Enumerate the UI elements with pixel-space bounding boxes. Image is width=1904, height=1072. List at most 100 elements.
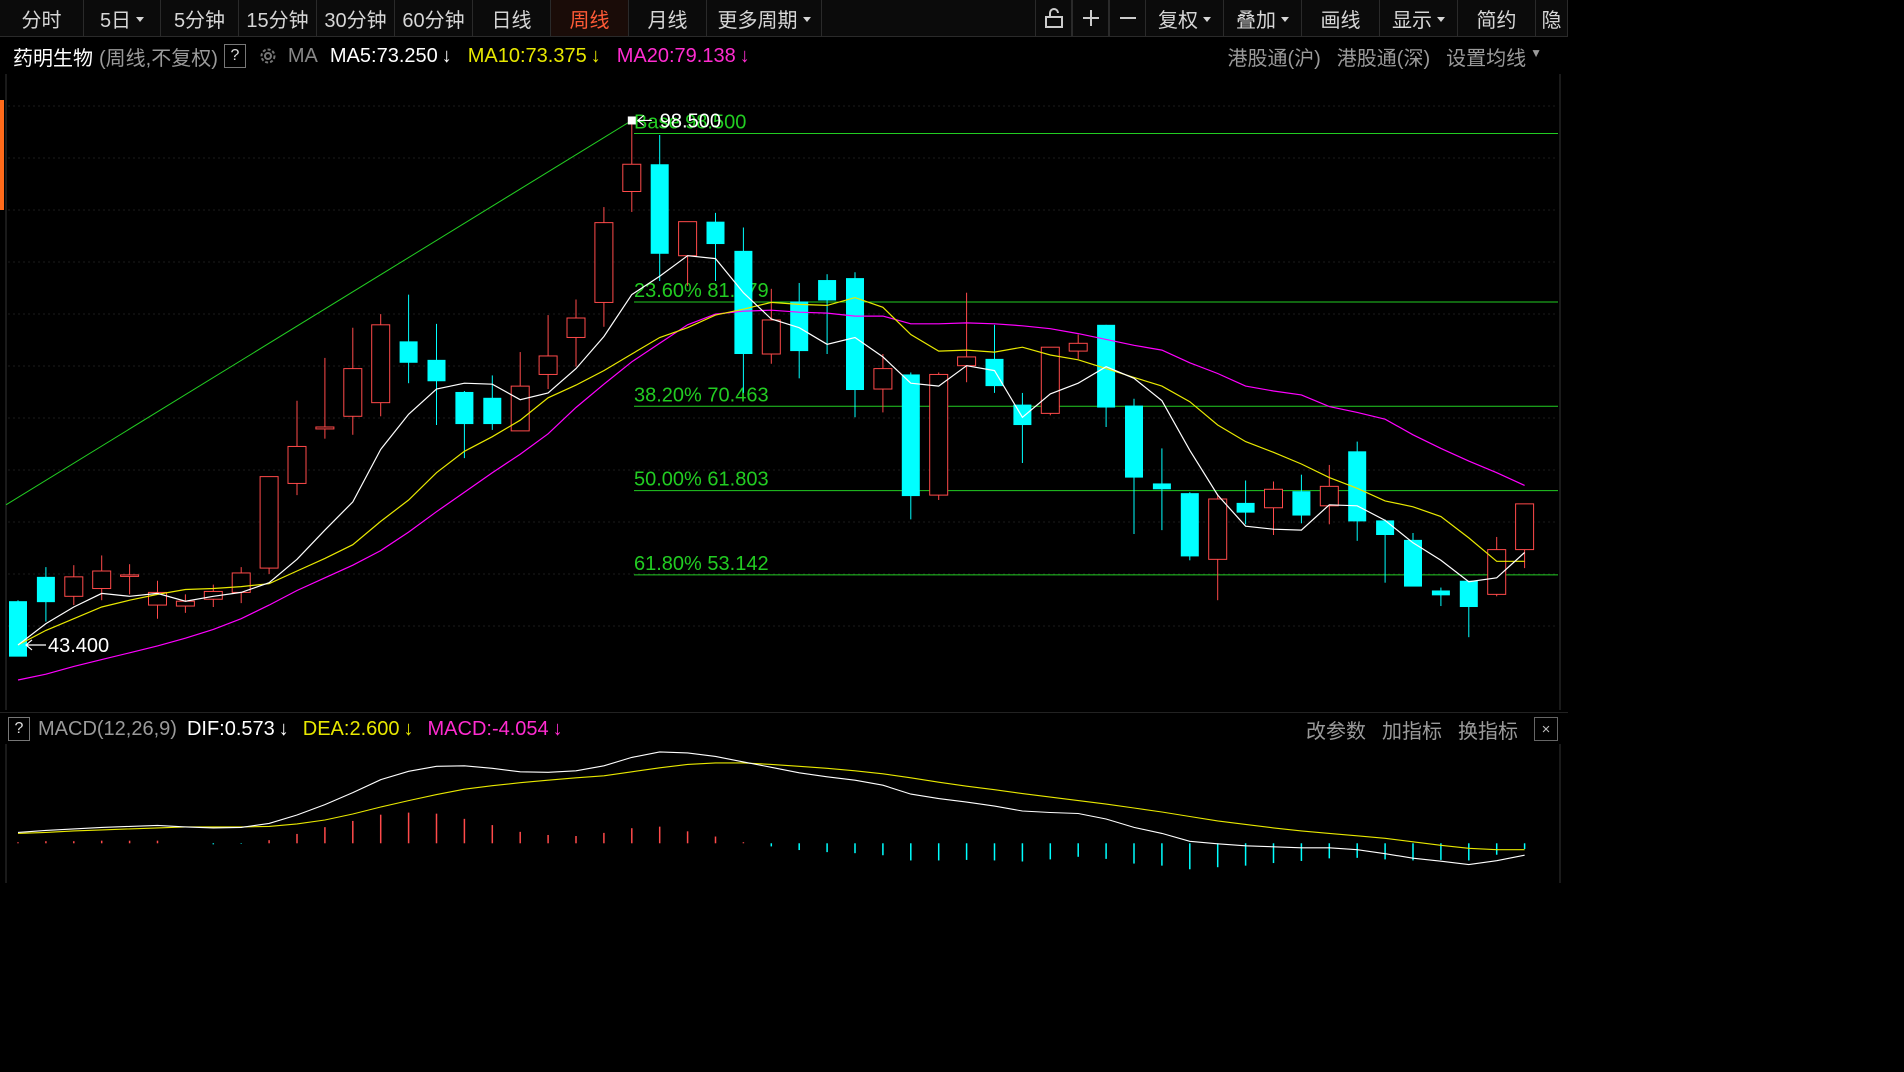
close-icon[interactable]: × — [1534, 717, 1558, 741]
candle[interactable] — [566, 299, 586, 367]
candle[interactable] — [1487, 536, 1507, 597]
candle[interactable] — [399, 294, 418, 384]
candle[interactable] — [1180, 492, 1199, 561]
candle[interactable] — [427, 323, 446, 426]
candle[interactable] — [846, 272, 864, 418]
candle[interactable] — [1376, 519, 1395, 583]
candle[interactable] — [231, 567, 251, 604]
chevron-down-icon — [1203, 16, 1211, 22]
tool-0[interactable]: 复权 — [1146, 0, 1224, 36]
candle-body — [483, 397, 502, 425]
candle[interactable] — [650, 135, 669, 282]
candle[interactable] — [287, 400, 307, 496]
chevron-down-icon[interactable]: ▼ — [1530, 46, 1542, 71]
candle[interactable] — [9, 600, 27, 657]
period-toolbar: 分时 5日 5分钟 15分钟 30分钟 60分钟 日线 周线 月线 更多周期 复权 叠加 画线 显示 简约 隐 — [0, 0, 1568, 37]
candle-body — [315, 426, 335, 430]
candle[interactable] — [148, 580, 167, 619]
ma10-down-arrow-icon: ↓ — [590, 44, 601, 67]
price-mode: (周线,不复权) — [99, 47, 218, 70]
tab-period-3[interactable]: 15分钟 — [239, 0, 317, 36]
tool-1[interactable]: 叠加 — [1224, 0, 1302, 36]
candle[interactable] — [985, 324, 1004, 393]
candle[interactable] — [120, 564, 140, 595]
tab-period-5[interactable]: 60分钟 — [395, 0, 473, 36]
tool-5[interactable]: 隐 — [1536, 0, 1568, 36]
high-marker — [627, 116, 636, 125]
lock-icon[interactable] — [1035, 0, 1072, 36]
tab-period-6[interactable]: 日线 — [473, 0, 551, 36]
tool-2[interactable]: 画线 — [1302, 0, 1380, 36]
candle[interactable] — [1264, 481, 1283, 536]
candle[interactable] — [1013, 392, 1032, 463]
candle[interactable] — [315, 357, 335, 439]
candle[interactable] — [706, 212, 725, 282]
link-hk-connect-sh[interactable]: 港股通(沪) — [1227, 42, 1320, 71]
candle-body — [9, 601, 27, 657]
zoom-in-icon[interactable] — [1072, 0, 1109, 36]
candle[interactable] — [1125, 398, 1143, 535]
tab-period-1[interactable]: 5日 — [84, 0, 161, 36]
candle[interactable] — [1040, 346, 1060, 416]
macd-down-arrow-icon: ↓ — [552, 717, 563, 740]
candle[interactable] — [1236, 480, 1255, 525]
high-price-label: 98.500 — [660, 110, 721, 132]
tab-period-4[interactable]: 30分钟 — [317, 0, 395, 36]
candle-body — [175, 600, 195, 607]
tool-3[interactable]: 显示 — [1380, 0, 1458, 36]
tab-label: 分时 — [21, 9, 62, 32]
tab-period-0[interactable]: 分时 — [0, 0, 84, 36]
candle[interactable] — [1208, 494, 1228, 601]
zoom-out-icon[interactable] — [1109, 0, 1146, 36]
candle[interactable] — [678, 221, 698, 286]
candle[interactable] — [36, 567, 55, 622]
tab-period-9[interactable]: 更多周期 — [707, 0, 822, 36]
tab-label: 日线 — [491, 9, 532, 32]
tool-label: 画线 — [1320, 9, 1361, 32]
candle[interactable] — [594, 207, 614, 327]
macd-chart[interactable] — [0, 744, 1568, 883]
tab-label: 周线 — [569, 9, 610, 32]
candle[interactable] — [1292, 474, 1311, 524]
candle[interactable] — [371, 314, 391, 417]
candle-body — [1040, 346, 1060, 414]
candle[interactable] — [175, 594, 195, 613]
kline-chart[interactable]: Base 98.50023.60% 81.17938.20% 70.46350.… — [0, 74, 1568, 710]
candle[interactable] — [901, 372, 920, 520]
candle[interactable] — [1404, 533, 1422, 587]
market-links: 港股通(沪) 港股通(深) 设置均线 ▼ — [1227, 42, 1542, 71]
candle[interactable] — [790, 282, 809, 379]
candle-body — [761, 319, 781, 355]
tab-period-2[interactable]: 5分钟 — [161, 0, 239, 36]
edit-params-link[interactable]: 改参数 — [1306, 715, 1366, 744]
switch-indicator-link[interactable]: 换指标 — [1458, 715, 1518, 744]
candle[interactable] — [538, 315, 558, 390]
candle-body — [929, 373, 949, 496]
tab-period-8[interactable]: 月线 — [629, 0, 707, 36]
candle[interactable] — [343, 327, 363, 435]
candle[interactable] — [510, 352, 530, 432]
dea-down-arrow-icon: ↓ — [403, 717, 414, 740]
tool-4[interactable]: 简约 — [1458, 0, 1536, 36]
candle[interactable] — [622, 120, 642, 212]
link-set-ma[interactable]: 设置均线 — [1446, 42, 1526, 71]
gear-icon[interactable] — [258, 46, 278, 66]
candle[interactable] — [1459, 580, 1478, 638]
tab-period-7[interactable]: 周线 — [551, 0, 629, 36]
add-indicator-link[interactable]: 加指标 — [1382, 715, 1442, 744]
tab-label: 5分钟 — [173, 9, 226, 32]
candle[interactable] — [1431, 587, 1450, 607]
link-hk-connect-sz[interactable]: 港股通(深) — [1337, 42, 1430, 71]
tab-label: 15分钟 — [246, 9, 309, 32]
candle[interactable] — [929, 372, 949, 500]
candle[interactable] — [1319, 464, 1339, 525]
candle[interactable] — [259, 476, 279, 574]
help-button[interactable]: ? — [223, 44, 246, 68]
candle[interactable] — [957, 292, 977, 383]
candle[interactable] — [64, 565, 84, 606]
macd-help-button[interactable]: ? — [8, 717, 30, 741]
candle[interactable] — [1068, 334, 1088, 359]
candle[interactable] — [1152, 448, 1171, 531]
candle-body — [371, 324, 391, 404]
